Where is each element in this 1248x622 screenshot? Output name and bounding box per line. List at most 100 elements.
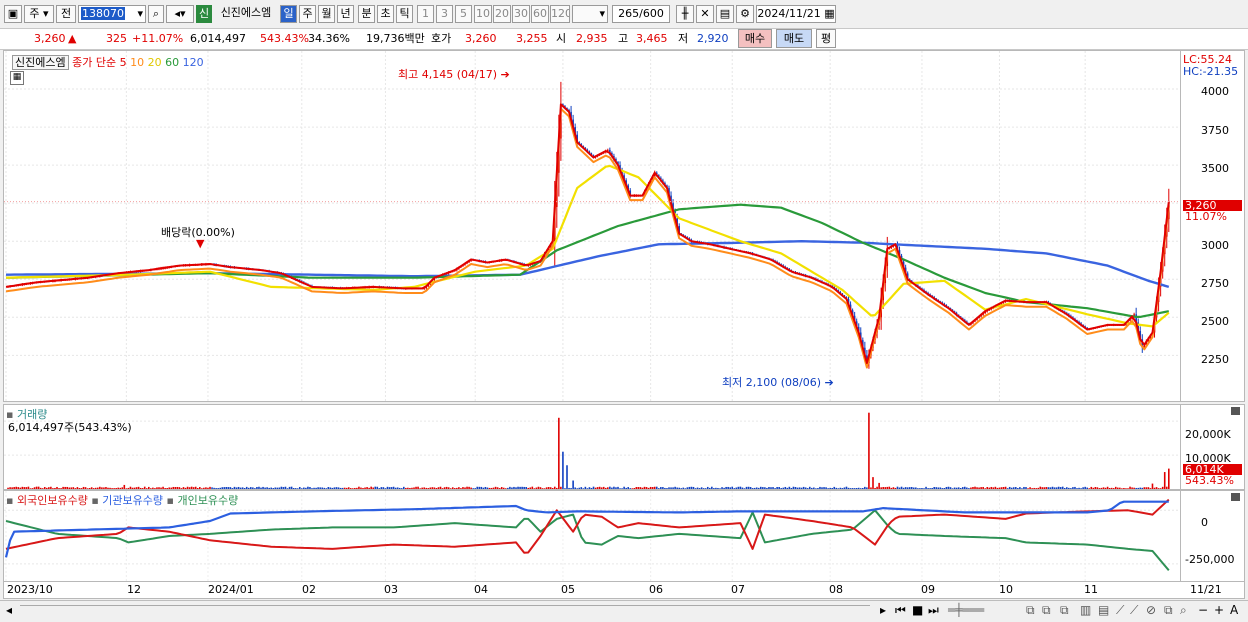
tab-week[interactable]: 주 (299, 5, 316, 23)
crosshair-icon[interactable]: ✕ (696, 5, 714, 23)
collapse-icon[interactable] (1231, 407, 1240, 415)
stock-code-input[interactable]: 138070 ▾ (78, 5, 146, 23)
volume-bar (927, 488, 929, 489)
tab-month[interactable]: 월 (318, 5, 335, 23)
collapse-icon[interactable] (1231, 493, 1240, 501)
scroll-left-icon[interactable]: ◂ (6, 603, 12, 618)
arrow-right-icon: ➔ (824, 376, 834, 389)
volume-bar (374, 486, 377, 489)
volume-bar (931, 487, 933, 489)
grid-icon[interactable]: ▥ (1080, 603, 1091, 618)
prev-button[interactable]: 전 (56, 5, 76, 23)
volume-bar (358, 486, 360, 489)
scrollbar-track[interactable] (20, 605, 870, 618)
volume-bar (621, 488, 623, 489)
volume-pane[interactable]: ▪ 거래량 6,014,497주(543.43%) (3, 404, 1181, 490)
volume-bar (721, 487, 723, 489)
bar-chart-icon[interactable]: ▤ (1098, 603, 1109, 618)
save-icon[interactable]: ▤ (716, 5, 734, 23)
link-icon[interactable]: ⊘ (1146, 603, 1156, 618)
zoom-out-icon[interactable]: − (1198, 603, 1208, 618)
last-page-icon[interactable]: ⏭ (928, 603, 939, 618)
volume-bar (578, 487, 581, 489)
layout-icon[interactable]: ▣ (4, 5, 22, 23)
volume-bar (1092, 487, 1095, 489)
volume-bar (1145, 487, 1148, 489)
volume-bar (17, 487, 20, 489)
tab-day[interactable]: 일 (280, 5, 297, 23)
copy-icon[interactable]: ⧉ (1164, 603, 1173, 618)
volume-bar (296, 488, 299, 489)
volume-bar (1006, 488, 1009, 489)
tab-minute[interactable]: 분 (358, 5, 375, 23)
table-icon[interactable]: ▦ (10, 71, 24, 85)
minute-10[interactable]: 10 (474, 5, 492, 23)
window-icon-2[interactable]: ⧉ (1042, 603, 1051, 618)
volume-bar (239, 487, 242, 489)
search-icon[interactable]: ⌕ (148, 5, 164, 23)
period-type-select[interactable]: 주 ▾ (24, 5, 54, 23)
magnifier-icon[interactable]: ⌕ (1180, 603, 1187, 618)
minute-30[interactable]: 30 (512, 5, 530, 23)
stop-icon[interactable]: ■ (912, 603, 923, 618)
window-icon[interactable]: ⧉ (1026, 603, 1035, 618)
high-price: 3,465 (636, 32, 668, 45)
zoom-in-icon[interactable]: + (1214, 603, 1224, 618)
minute-20[interactable]: 20 (493, 5, 511, 23)
custom-period-select[interactable]: ▾ (572, 5, 608, 23)
date-field[interactable]: 2024/11/21 ▦ (756, 5, 836, 23)
speaker-icon[interactable]: ◂▾ (166, 5, 194, 23)
volume-bar (333, 487, 336, 489)
credit-badge: 신 (196, 5, 212, 23)
volume-bar (892, 487, 895, 489)
volume-bar (1053, 487, 1056, 489)
volume-bar (1078, 487, 1080, 489)
volume-bar (29, 488, 32, 489)
bid-price: 3,255 (516, 32, 548, 45)
minute-1[interactable]: 1 (417, 5, 434, 23)
buy-button[interactable]: 매수 (738, 29, 772, 48)
eval-button[interactable]: 평 (816, 29, 836, 48)
volume-bar (488, 487, 491, 489)
draw-icon[interactable]: ⟋ (1116, 603, 1124, 618)
window-icon-3[interactable]: ⧉ (1060, 603, 1069, 618)
tab-tick[interactable]: 틱 (396, 5, 413, 23)
minute-3[interactable]: 3 (436, 5, 453, 23)
volume-bar (1119, 487, 1121, 489)
minute-60[interactable]: 60 (531, 5, 549, 23)
minute-120[interactable]: 120 (550, 5, 570, 23)
volume-bar (717, 487, 719, 489)
holdings-pane[interactable]: ▪ 외국인보유수량 ▪ 기관보유수량 ▪ 개인보유수량 (3, 490, 1181, 582)
volume-bar (668, 487, 670, 489)
zoom-slider-icon[interactable]: ═╪═══ (948, 603, 984, 618)
tab-year[interactable]: 년 (337, 5, 354, 23)
volume-bar (307, 486, 309, 489)
pen-icon[interactable]: ⟋ (1130, 603, 1138, 618)
volume-bar (233, 486, 236, 489)
scroll-right-icon[interactable]: ▸ (880, 603, 886, 618)
volume-bar (729, 487, 731, 489)
volume-bar (1045, 487, 1048, 489)
first-page-icon[interactable]: ⏮ (895, 603, 906, 618)
tab-second[interactable]: 초 (377, 5, 394, 23)
count-field[interactable]: 265/600 (612, 5, 670, 23)
gear-icon[interactable]: ⚙ (736, 5, 754, 23)
volume-bar (551, 488, 554, 489)
volume-bar (48, 487, 50, 489)
volume-bar (733, 488, 736, 489)
volume-bar (1074, 486, 1076, 489)
volume-bar (415, 486, 417, 489)
volume-bar (664, 487, 666, 489)
font-size-icon[interactable]: A (1230, 603, 1238, 618)
volume-bar (103, 487, 105, 489)
volume-bar (658, 488, 660, 489)
ma120-line (6, 239, 1170, 289)
candle-icon[interactable]: ╫ (676, 5, 694, 23)
volume-bar (676, 487, 678, 489)
volume-bar (827, 488, 829, 489)
volume-bar (592, 486, 595, 489)
volume-bar (1025, 487, 1027, 489)
price-pane[interactable]: 신진에스엠 종가 단순 5 10 20 60 120 ▦ 최고 4,145 (0… (3, 50, 1181, 402)
sell-button[interactable]: 매도 (776, 29, 812, 48)
minute-5[interactable]: 5 (455, 5, 472, 23)
